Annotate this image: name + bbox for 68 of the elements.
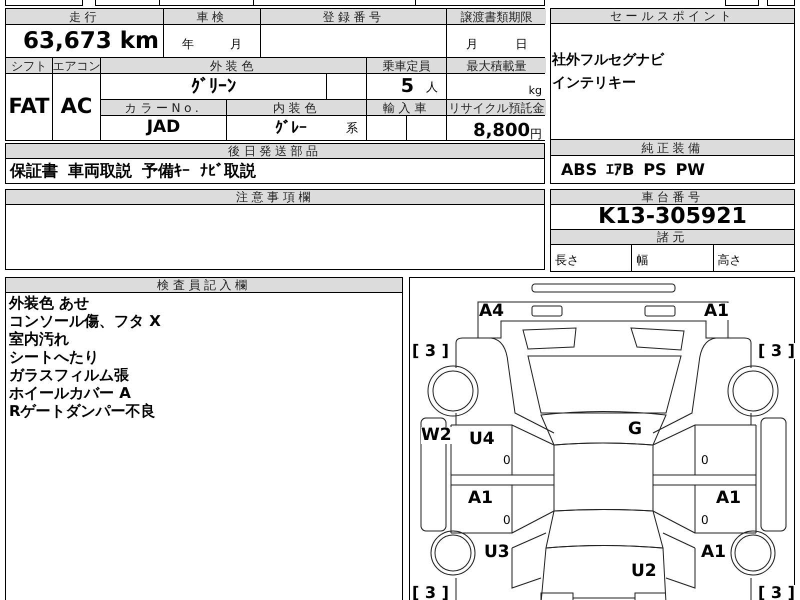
shipping-item: ﾅﾋﾞ取説 <box>200 163 256 179</box>
table-cell: AC <box>53 74 100 140</box>
tread-depth-label: [ 3 ] <box>412 585 449 600</box>
equipment-item: PW <box>676 162 705 178</box>
day-label: 日 <box>515 36 528 53</box>
column-header: 外装色 <box>101 58 366 73</box>
year-label: 年 <box>182 36 194 53</box>
column-header: 登録番号 <box>261 9 446 24</box>
spec-field: 長さ <box>551 245 632 271</box>
damage-code: W2 <box>421 427 452 444</box>
shipping-item: 保証書 <box>10 163 58 179</box>
column-header: エアコン <box>53 58 100 73</box>
month-label: 月 <box>230 36 242 53</box>
equipment-item: ABS <box>561 162 598 178</box>
column-header: カラーNo. <box>101 100 226 115</box>
sales-point-text: インテリキー <box>552 74 637 93</box>
month-label: 月 <box>466 36 478 53</box>
section-header: 注意事項欄 <box>6 190 544 205</box>
section-header: 後日発送部品 <box>6 144 544 159</box>
section-header: 純正装備 <box>551 140 794 156</box>
tread-depth-label: [ 3 ] <box>412 343 449 359</box>
damage-code: 0 <box>701 514 709 526</box>
table-cell: JAD <box>101 116 226 140</box>
unit-label: 円 <box>530 128 542 140</box>
damage-code: 0 <box>701 454 709 466</box>
column-header: 輸入車 <box>367 100 446 115</box>
interior-color-value: ｸﾞﾚｰ <box>275 117 307 139</box>
spec-field: 幅 <box>631 245 713 271</box>
shipping-item: 車両取説 <box>68 163 132 179</box>
table-cell: 63,673 km <box>6 25 163 57</box>
inspector-note: Rゲートダンパー不良 <box>9 402 157 420</box>
equipment-item: PS <box>643 162 667 178</box>
inspector-note: ホイールカバー A <box>9 384 132 402</box>
damage-code: A1 <box>704 303 729 320</box>
spec-field: 高さ <box>712 245 794 271</box>
column-header: 走行 <box>6 9 163 24</box>
inspector-note: シートへたり <box>9 348 100 366</box>
section-header: 検査員記入欄 <box>6 278 402 293</box>
tread-depth-label: [ 3 ] <box>758 585 795 600</box>
capacity-value: 5 <box>400 77 414 96</box>
equipment-item: ｴｱB <box>606 162 634 178</box>
deposit-value: 8,800 <box>473 122 530 140</box>
column-header: 譲渡書類期限 <box>447 9 546 24</box>
section-header: 車台番号 <box>551 190 794 205</box>
table-cell: ｸﾞﾘｰﾝ <box>101 74 326 99</box>
unit-label: 人 <box>426 78 438 96</box>
column-header: 車検 <box>164 9 260 24</box>
damage-code: 0 <box>503 514 511 526</box>
form-cell <box>767 0 795 6</box>
damage-code: 0 <box>503 454 511 466</box>
unit-label: kg <box>528 82 542 98</box>
inspector-note: 室内汚れ <box>9 330 70 348</box>
column-header: 乗車定員 <box>367 58 446 73</box>
sales-point-text: 社外フルセグナビ <box>552 51 666 70</box>
inspector-note: 外装色 あせ <box>9 294 90 312</box>
column-header: 内装色 <box>227 100 366 115</box>
shipping-item: 予備ｷｰ <box>142 163 190 179</box>
section-header: 諸元 <box>551 230 794 245</box>
tread-depth-label: [ 3 ] <box>758 343 795 359</box>
suffix-label: 系 <box>346 120 358 137</box>
inspector-note: コンソール傷、フタ X <box>9 312 162 330</box>
inspector-note: ガラスフィルム張 <box>9 366 130 384</box>
section-header: セールスポイント <box>551 9 794 24</box>
form-cell <box>725 0 759 6</box>
column-header: シフト <box>6 58 52 73</box>
column-header: 最大積載量 <box>447 58 546 73</box>
table-cell: FAT <box>6 74 52 140</box>
column-header: リサイクル預託金 <box>447 100 546 115</box>
